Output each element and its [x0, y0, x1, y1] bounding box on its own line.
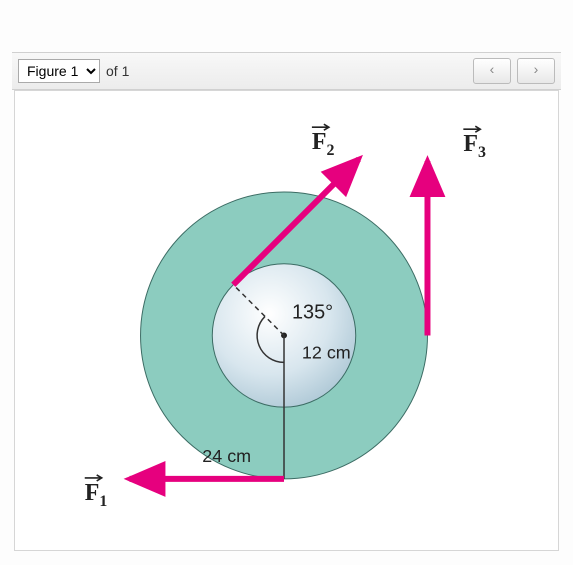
svg-text:F1: F1 — [85, 480, 108, 510]
f3-label: F3 — [463, 126, 486, 161]
next-figure-button[interactable]: › — [517, 58, 555, 84]
figure-toolbar: Figure 1 of 1 ‹ › — [12, 52, 561, 90]
prev-figure-button[interactable]: ‹ — [473, 58, 511, 84]
physics-diagram: 135° 12 cm 24 cm F1 F2 F3 — [15, 91, 558, 550]
figure-dropdown[interactable]: Figure 1 — [18, 59, 100, 83]
angle-label: 135° — [292, 302, 333, 324]
f1-label: F1 — [85, 475, 108, 510]
chevron-right-icon: › — [534, 61, 539, 77]
app-window: Figure 1 of 1 ‹ › — [0, 0, 573, 565]
inner-radius-label: 12 cm — [302, 342, 351, 362]
figure-canvas: 135° 12 cm 24 cm F1 F2 F3 — [14, 90, 559, 551]
svg-text:F3: F3 — [463, 131, 486, 161]
outer-radius-label: 24 cm — [202, 446, 251, 466]
svg-text:F2: F2 — [312, 129, 335, 159]
figure-count-label: of 1 — [106, 63, 129, 79]
figure-selector-group: Figure 1 of 1 — [18, 59, 129, 83]
chevron-left-icon: ‹ — [490, 61, 495, 77]
f2-label: F2 — [312, 124, 335, 159]
